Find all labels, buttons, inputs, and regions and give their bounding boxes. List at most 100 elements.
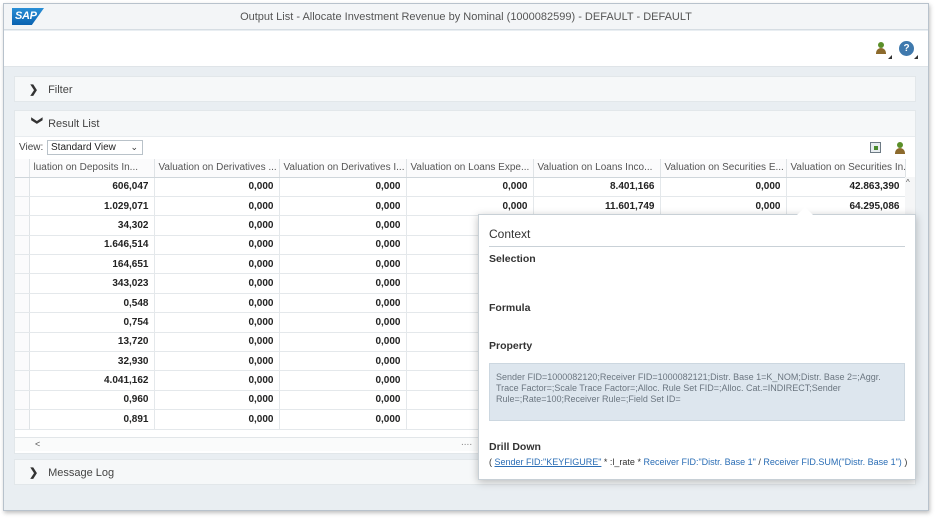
table-cell[interactable]: 0,960 bbox=[29, 390, 155, 411]
row-selector-header[interactable] bbox=[15, 159, 30, 178]
row-selector[interactable] bbox=[15, 351, 30, 372]
table-cell[interactable]: 0,000 bbox=[154, 409, 280, 430]
table-cell[interactable]: 0,000 bbox=[154, 351, 280, 372]
column-header[interactable]: Valuation on Derivatives ... bbox=[154, 159, 280, 178]
table-cell[interactable]: 0,000 bbox=[154, 254, 280, 275]
table-cell[interactable]: 0,000 bbox=[279, 215, 407, 236]
personalize-button[interactable] bbox=[872, 40, 892, 59]
table-cell[interactable]: 0,000 bbox=[660, 177, 787, 197]
scroll-left-icon[interactable]: < bbox=[35, 439, 40, 449]
table-cell[interactable]: 1.646,514 bbox=[29, 235, 155, 256]
table-cell[interactable]: 0,000 bbox=[154, 235, 280, 256]
table-cell[interactable]: 0,000 bbox=[154, 332, 280, 353]
window-title: Output List - Allocate Investment Revenu… bbox=[240, 11, 692, 23]
row-selector[interactable] bbox=[15, 215, 30, 236]
drill-sender-link[interactable]: Sender FID:"KEYFIGURE" bbox=[495, 457, 602, 467]
scroll-up-icon[interactable]: ^ bbox=[906, 178, 910, 187]
column-header[interactable]: Valuation on Securities E... bbox=[660, 159, 787, 178]
row-selector[interactable] bbox=[15, 370, 30, 391]
drill-receiver-base: Receiver FID:"Distr. Base 1" bbox=[643, 457, 756, 467]
row-selector[interactable] bbox=[15, 273, 30, 294]
table-cell[interactable]: 0,000 bbox=[154, 196, 280, 217]
result-list-header[interactable]: ❯ Result List bbox=[15, 111, 915, 137]
table-cell[interactable]: 606,047 bbox=[29, 177, 155, 197]
message-log-title: Message Log bbox=[48, 467, 115, 479]
table-cell[interactable]: 0,000 bbox=[154, 293, 280, 314]
table-cell[interactable]: 0,000 bbox=[406, 196, 534, 217]
chevron-down-icon: ❯ bbox=[31, 116, 43, 126]
row-selector[interactable] bbox=[15, 293, 30, 314]
table-cell[interactable]: 0,000 bbox=[279, 177, 407, 197]
help-button[interactable]: ? bbox=[898, 40, 918, 59]
chevron-right-icon: ❯ bbox=[29, 467, 39, 479]
table-cell[interactable]: 0,000 bbox=[154, 312, 280, 333]
table-cell[interactable]: 0,000 bbox=[406, 177, 534, 197]
row-selector[interactable] bbox=[15, 409, 30, 430]
view-bar: View: Standard View ⌄ bbox=[15, 138, 915, 158]
scroll-grip[interactable]: .... bbox=[461, 437, 472, 448]
table-cell[interactable]: 0,000 bbox=[279, 409, 407, 430]
table-cell[interactable]: 13,720 bbox=[29, 332, 155, 353]
title-bar: SAP Output List - Allocate Investment Re… bbox=[4, 4, 928, 30]
chevron-right-icon: ❯ bbox=[29, 84, 39, 96]
table-cell[interactable]: 32,930 bbox=[29, 351, 155, 372]
context-popover: Context Selection Formula Property Sende… bbox=[478, 207, 916, 480]
table-cell[interactable]: 0,000 bbox=[279, 254, 407, 275]
filter-panel-header[interactable]: ❯ Filter bbox=[15, 77, 915, 103]
row-selector[interactable] bbox=[15, 196, 30, 217]
drill-receiver-sum: Receiver FID.SUM("Distr. Base 1") bbox=[763, 457, 902, 467]
table-row[interactable]: 606,047 0,000 0,000 0,000 8.401,166 0,000 42.8… bbox=[15, 177, 906, 197]
table-cell[interactable]: 0,000 bbox=[154, 370, 280, 391]
popover-divider bbox=[489, 246, 905, 247]
table-cell[interactable]: 0,000 bbox=[279, 351, 407, 372]
table-cell[interactable]: 0,000 bbox=[279, 390, 407, 411]
formula-heading: Formula bbox=[489, 302, 531, 314]
help-icon: ? bbox=[899, 41, 914, 56]
row-selector[interactable] bbox=[15, 390, 30, 411]
table-cell[interactable]: 343,023 bbox=[29, 273, 155, 294]
row-selector[interactable] bbox=[15, 254, 30, 275]
row-selector[interactable] bbox=[15, 235, 30, 256]
table-cell[interactable]: 0,000 bbox=[279, 370, 407, 391]
person-settings-icon bbox=[894, 142, 905, 154]
table-cell[interactable]: 4.041,162 bbox=[29, 370, 155, 391]
table-cell[interactable]: 0,000 bbox=[660, 196, 787, 217]
table-row[interactable]: 1.029,071 0,000 0,000 0,000 11.601,749 0,000 6… bbox=[15, 196, 906, 217]
table-cell[interactable]: 0,548 bbox=[29, 293, 155, 314]
property-text: Sender FID=1000082120;Receiver FID=10000… bbox=[489, 363, 905, 421]
column-header[interactable]: Valuation on Derivatives I... bbox=[279, 159, 407, 178]
row-selector[interactable] bbox=[15, 332, 30, 353]
table-cell[interactable]: 0,754 bbox=[29, 312, 155, 333]
table-cell[interactable]: 0,000 bbox=[279, 196, 407, 217]
row-selector[interactable] bbox=[15, 312, 30, 333]
drill-close: ) bbox=[901, 457, 908, 467]
table-cell[interactable]: 8.401,166 bbox=[533, 177, 661, 197]
table-cell[interactable]: 0,000 bbox=[154, 215, 280, 236]
column-header[interactable]: luation on Deposits In... bbox=[29, 159, 155, 178]
table-cell[interactable]: 1.029,071 bbox=[29, 196, 155, 217]
table-cell[interactable]: 0,000 bbox=[279, 273, 407, 294]
table-header-row: luation on Deposits In... Valuation on De… bbox=[15, 159, 906, 178]
column-header[interactable]: Valuation on Loans Expe... bbox=[406, 159, 534, 178]
table-cell[interactable]: 0,000 bbox=[279, 293, 407, 314]
table-cell[interactable]: 42.863,390 bbox=[786, 177, 906, 197]
table-cell[interactable]: 34,302 bbox=[29, 215, 155, 236]
table-cell[interactable]: 0,000 bbox=[279, 235, 407, 256]
export-button[interactable] bbox=[867, 140, 885, 156]
row-selector[interactable] bbox=[15, 177, 30, 197]
settings-button[interactable] bbox=[891, 140, 909, 156]
person-settings-icon bbox=[875, 42, 886, 54]
table-cell[interactable]: 11.601,749 bbox=[533, 196, 661, 217]
table-cell[interactable]: 164,651 bbox=[29, 254, 155, 275]
table-cell[interactable]: 0,000 bbox=[154, 177, 280, 197]
table-cell[interactable]: 0,000 bbox=[279, 312, 407, 333]
column-header[interactable]: Valuation on Loans Inco... bbox=[533, 159, 661, 178]
table-cell[interactable]: 0,000 bbox=[279, 332, 407, 353]
popover-title: Context bbox=[489, 227, 531, 241]
table-cell[interactable]: 0,000 bbox=[154, 273, 280, 294]
table-cell[interactable]: 0,000 bbox=[154, 390, 280, 411]
table-cell[interactable]: 0,891 bbox=[29, 409, 155, 430]
filter-panel: ❯ Filter bbox=[14, 76, 916, 102]
view-select[interactable]: Standard View ⌄ bbox=[47, 140, 143, 155]
column-header[interactable]: Valuation on Securities In... bbox=[786, 159, 906, 178]
